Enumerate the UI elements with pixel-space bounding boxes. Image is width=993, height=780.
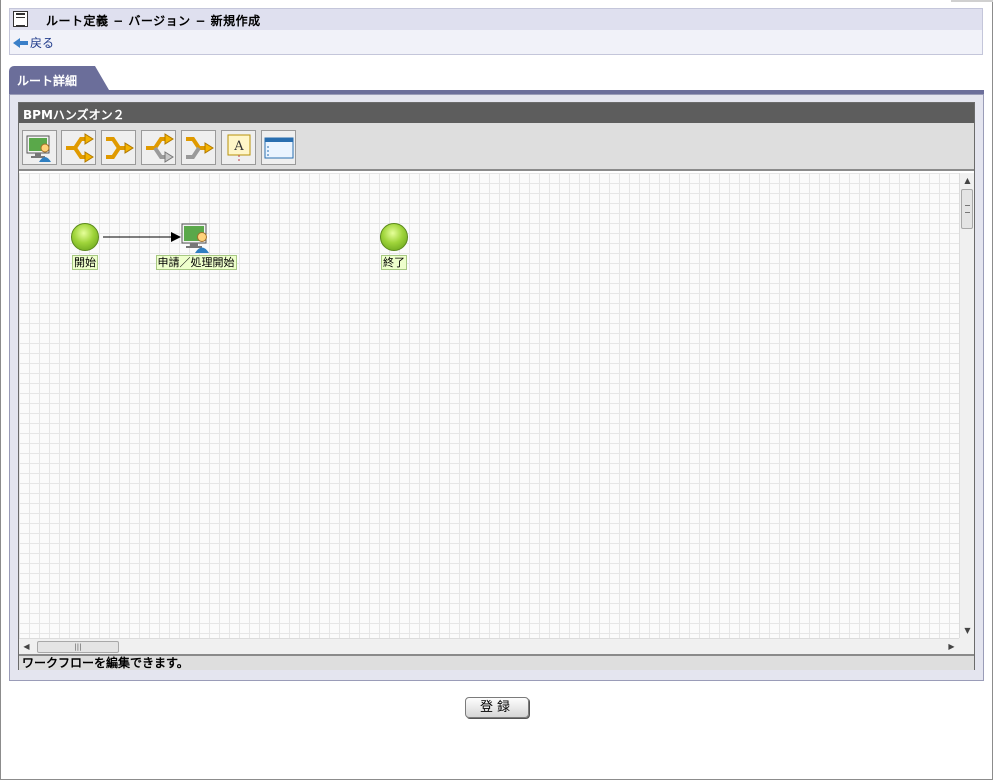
scroll-down-icon[interactable]: ▼ [960,623,975,638]
user-task-icon [26,135,51,162]
user-task-node-icon [181,223,209,253]
back-arrow-icon [13,37,29,49]
workflow-editor: BPMハンズオン２ A 開始 申請／処理開始 終了 ▲ ▼ ◀ ||| ▶ ワー… [18,102,975,670]
branch-join-icon [105,136,134,159]
vertical-scrollbar[interactable]: ▲ ▼ [959,173,974,638]
tab-route-detail[interactable]: ルート詳細 [9,66,109,90]
title-bar: ルート定義 − バージョン − 新規作成 [9,8,983,30]
text-annotation-icon: A [227,134,250,162]
branch-join-gray-icon [185,136,214,159]
branch-split-gray-tool[interactable] [141,130,176,165]
editor-status: ワークフローを編集できます。 [19,654,974,670]
back-link[interactable]: 戻る [13,34,54,51]
end-node[interactable]: 終了 [380,223,408,270]
register-button[interactable]: 登録 [465,697,529,718]
branch-split-icon [65,132,94,163]
window-frame-tool[interactable] [261,130,296,165]
scroll-corner [959,638,974,654]
horizontal-scroll-thumb[interactable]: ||| [37,641,119,653]
horizontal-scrollbar[interactable]: ◀ ||| ▶ [19,638,959,654]
editor-header: BPMハンズオン２ [19,103,974,123]
workflow-canvas[interactable]: 開始 申請／処理開始 終了 [19,173,959,638]
start-node-label: 開始 [72,255,98,270]
window-frame-icon [264,137,293,158]
tab-strip: ルート詳細 [9,66,984,94]
apply-task-node[interactable]: 申請／処理開始 [150,223,242,270]
svg-text:A: A [233,139,244,154]
apply-task-label: 申請／処理開始 [155,255,237,270]
branch-join-gray-tool[interactable] [181,130,216,165]
user-task-tool[interactable] [22,130,57,165]
route-detail-panel: BPMハンズオン２ A 開始 申請／処理開始 終了 ▲ ▼ ◀ ||| ▶ ワー… [9,94,984,681]
document-icon [13,11,28,27]
branch-split-gray-icon [145,132,174,163]
back-label: 戻る [30,36,55,50]
start-node-ball-icon [71,223,99,251]
scroll-up-icon[interactable]: ▲ [960,173,975,188]
text-annotation-tool[interactable]: A [221,130,256,165]
end-node-label: 終了 [381,255,407,270]
back-bar: 戻る [9,30,983,55]
branch-join-tool[interactable] [101,130,136,165]
branch-split-tool[interactable] [61,130,96,165]
app-window: ルート定義 − バージョン − 新規作成 戻る ルート詳細 BPMハンズオン２ [0,0,993,780]
page-title: ルート定義 − バージョン − 新規作成 [46,14,261,28]
vertical-scroll-thumb[interactable] [961,189,973,229]
editor-toolbar: A [19,123,974,171]
end-node-ball-icon [380,223,408,251]
tab-route-detail-label: ルート詳細 [17,74,78,88]
start-node[interactable]: 開始 [71,223,99,270]
scroll-right-icon[interactable]: ▶ [944,639,959,654]
scroll-left-icon[interactable]: ◀ [19,639,34,654]
top-divider [951,0,993,2]
